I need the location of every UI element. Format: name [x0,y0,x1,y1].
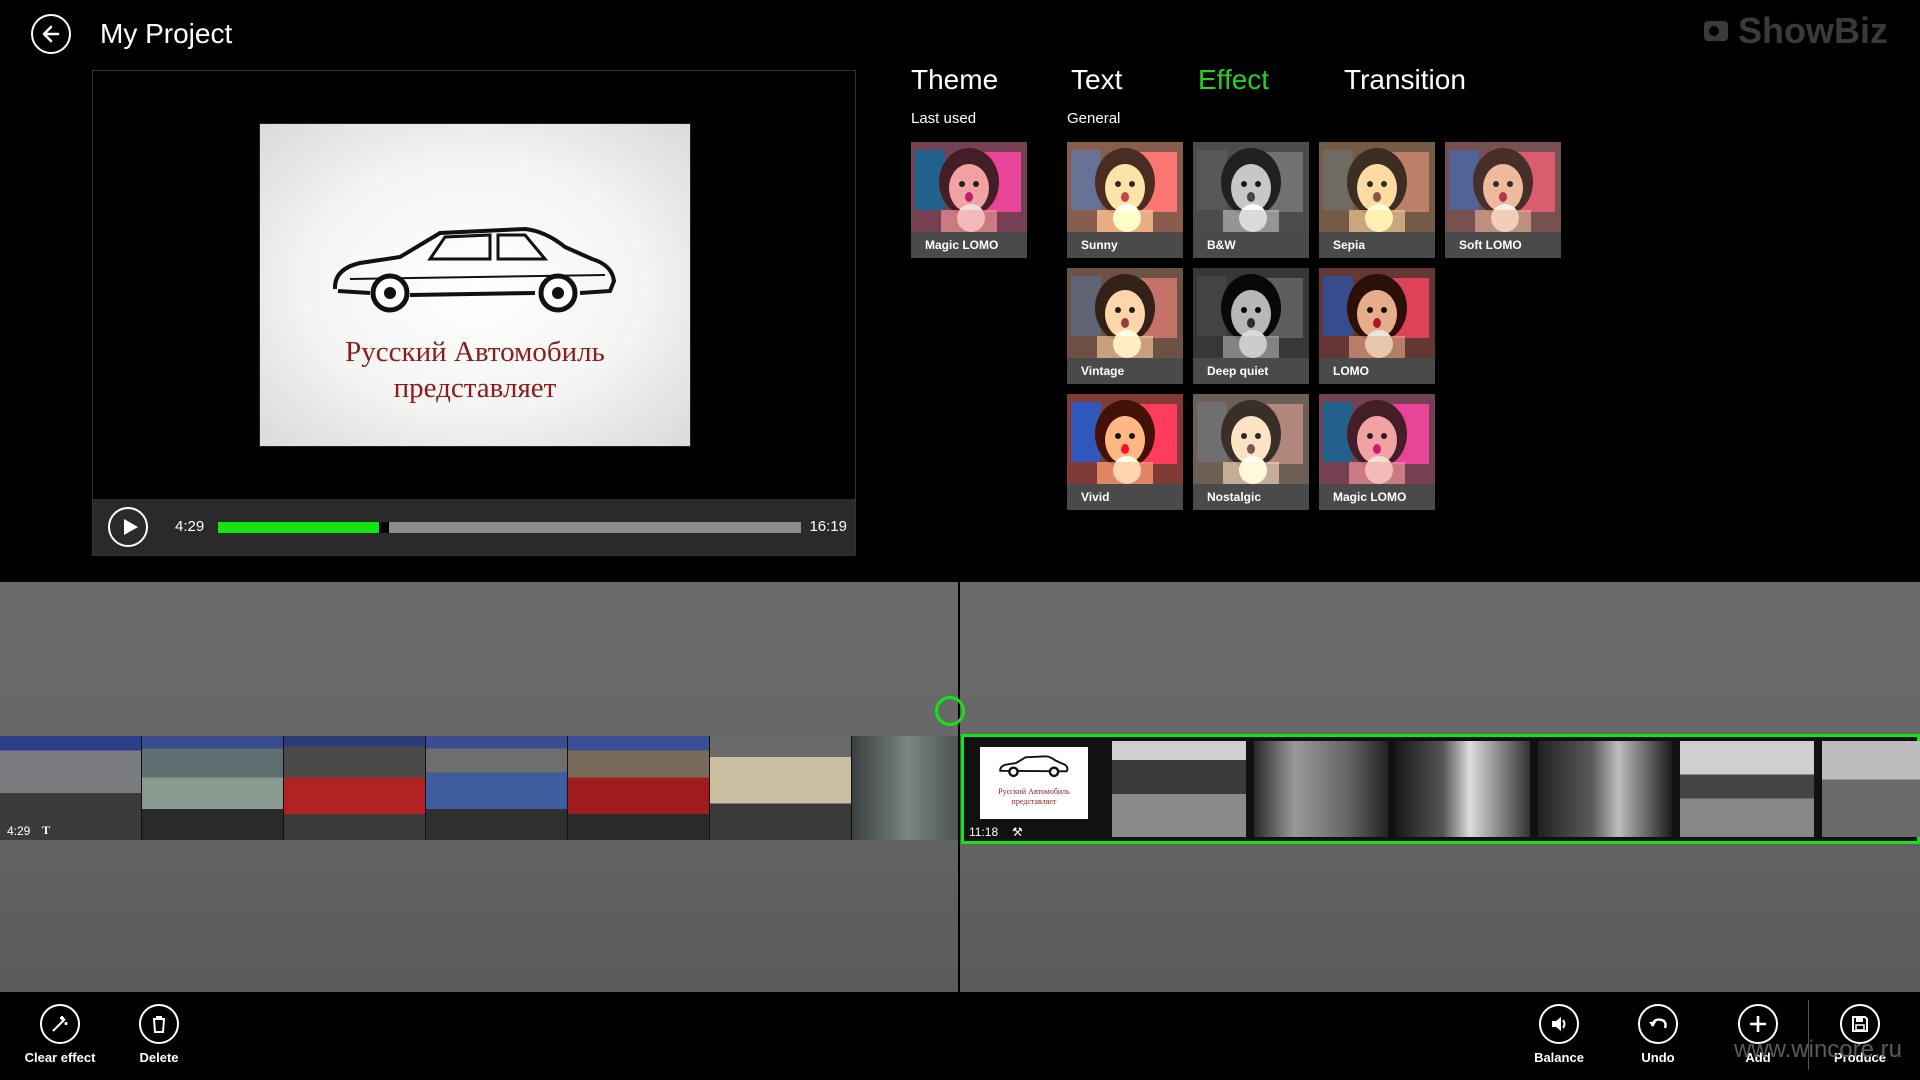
preview-caption-line1: Русский Автомобиль [345,336,605,368]
video-preview: Русский Автомобиль представляет [260,124,690,446]
clip-frame [142,736,284,840]
clip-frame [284,736,426,840]
effect-preview-image [1319,268,1435,358]
section-label-last-used: Last used [911,110,977,127]
clip-frame [1680,741,1814,837]
player-controls: 4:29 16:19 [93,499,855,555]
effect-label: B&W [1193,232,1309,258]
effect-preview-image [1193,268,1309,358]
play-button[interactable] [108,507,148,547]
clip-frame [1396,741,1530,837]
playhead-line [958,582,960,992]
effect-preview-image [1067,142,1183,232]
balance-label: Balance [1534,1050,1584,1065]
clip-1-duration: 4:29 [7,824,31,838]
effect-thumb-magic[interactable]: Magic LOMO [911,142,1027,258]
preview-caption: Русский Автомобиль представляет [260,334,690,406]
video-clip-1[interactable]: 4:29 T [0,736,994,840]
effect-thumb-sepia[interactable]: Sepia [1319,142,1435,258]
delete-label: Delete [139,1050,179,1065]
clear-effect-button[interactable]: Clear effect [15,1004,105,1065]
trash-icon [139,1004,179,1044]
effect-label: LOMO [1319,358,1435,384]
tab-text[interactable]: Text [1071,64,1122,96]
effect-label: Vivid [1067,484,1183,510]
title-card-line1: Русский Автомобиль [998,787,1070,796]
clip-2-duration: 11:18 [969,825,999,839]
effect-preview-image [1067,394,1183,484]
effect-wand-icon: ⚒ [1012,825,1023,839]
total-time: 16:19 [809,518,847,535]
logo-icon [1704,21,1728,41]
effect-thumb-bw[interactable]: B&W [1193,142,1309,258]
progress-thumb[interactable] [379,522,390,533]
delete-button[interactable]: Delete [114,1004,204,1065]
undo-icon [1638,1004,1678,1044]
effect-preview-image [1445,142,1561,232]
preview-caption-line2: представляет [393,372,557,404]
video-clip-2-selected[interactable]: Русский Автомобиль представляет 11:18 ⚒ [961,734,1920,844]
arrow-left-icon [42,25,60,43]
effect-preview-image [1067,268,1183,358]
effect-preview-image [1319,142,1435,232]
current-time: 4:29 [175,518,205,535]
tab-effect[interactable]: Effect [1198,64,1269,96]
effect-thumb-vintage[interactable]: Vintage [1067,268,1183,384]
effect-thumb-deepquiet[interactable]: Deep quiet [1193,268,1309,384]
effect-preview-image [1193,142,1309,232]
page-title: My Project [100,18,233,49]
effect-preview-image [1319,394,1435,484]
section-label-general: General [1067,110,1121,127]
clip-frame [1538,741,1672,837]
balance-button[interactable]: Balance [1514,1004,1604,1065]
watermark-text: ShowBiz [1738,10,1888,51]
playhead-handle[interactable] [935,696,965,726]
timeline[interactable]: 4:29 T Русский Автомобиль представляет 1… [0,582,1920,992]
magic-wand-icon [40,1004,80,1044]
clip-frame [1822,741,1920,837]
clip-frame [568,736,710,840]
effect-label: Sunny [1067,232,1183,258]
effect-preview-image [1193,394,1309,484]
effect-label: Sepia [1319,232,1435,258]
watermark-logo: ShowBiz [1702,10,1888,52]
effect-thumb-vivid[interactable]: Vivid [1067,394,1183,510]
effect-label: Nostalgic [1193,484,1309,510]
clip-frame [426,736,568,840]
tab-transition[interactable]: Transition [1344,64,1466,96]
progress-bar[interactable] [218,522,801,533]
effect-thumb-lomo[interactable]: LOMO [1319,268,1435,384]
effect-thumb-sunny[interactable]: Sunny [1067,142,1183,258]
car-illustration [999,755,1069,778]
video-player: Русский Автомобиль представляет 4:29 16:… [92,70,856,556]
effect-label: Magic LOMO [1319,484,1435,510]
tab-theme[interactable]: Theme [911,64,998,96]
effect-label: Vintage [1067,358,1183,384]
undo-button[interactable]: Undo [1613,1004,1703,1065]
speaker-icon [1539,1004,1579,1044]
effect-thumb-nostalgic[interactable]: Nostalgic [1193,394,1309,510]
title-card-line2: представляет [1011,797,1057,806]
watermark-bottom: www.wincore.ru [1733,1036,1902,1063]
clip-frame [710,736,852,840]
effect-label: Deep quiet [1193,358,1309,384]
title-card-frame: Русский Автомобиль представляет [980,747,1088,819]
effect-thumb-magic[interactable]: Magic LOMO [1319,394,1435,510]
effect-preview-image [911,142,1027,232]
clip-frame [1112,741,1246,837]
effect-thumb-softlomo[interactable]: Soft LOMO [1445,142,1561,258]
effect-label: Soft LOMO [1445,232,1561,258]
clear-effect-label: Clear effect [24,1050,96,1065]
undo-label: Undo [1641,1050,1675,1065]
progress-fill [218,522,382,533]
back-button[interactable] [31,14,71,54]
clip-frame [1254,741,1388,837]
car-illustration [332,226,617,313]
effect-label: Magic LOMO [911,232,1027,258]
text-badge-icon: T [42,823,51,837]
